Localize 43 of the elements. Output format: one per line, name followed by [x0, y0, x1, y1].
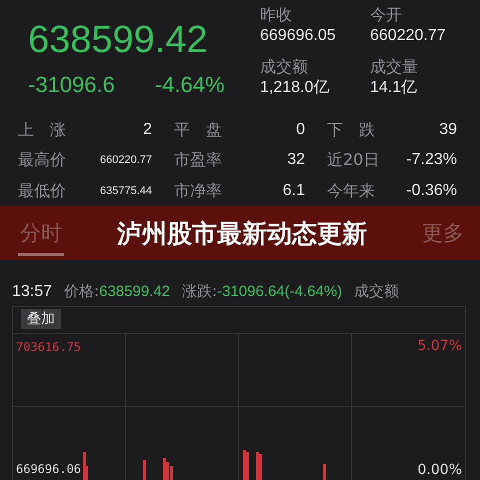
tab[interactable]: 分时 — [18, 210, 64, 256]
summary-value: 669696.05 — [260, 26, 336, 46]
stat-value: -0.36% — [405, 180, 457, 201]
time-label: 13:57 — [12, 283, 52, 301]
stat-value: 2 — [142, 120, 152, 140]
tab[interactable]: 更多 — [420, 210, 466, 256]
axis-label: 669696.06 — [16, 462, 82, 476]
stat-label: 下跌 — [326, 119, 385, 141]
stat-label: 最高价 — [18, 149, 67, 172]
summary-label: 昨收 — [260, 4, 292, 25]
price-value: 638599.42 — [99, 283, 170, 300]
summary-label: 今开 — [370, 4, 402, 25]
stat-label: 最低价 — [18, 180, 67, 202]
stat-label: 平盘 — [173, 119, 232, 141]
stat-value: 32 — [286, 150, 305, 170]
axis-label: 0.00% — [418, 462, 462, 478]
axis-label: 5.07% — [418, 338, 462, 354]
axis-label: 703616.75 — [16, 340, 82, 354]
stat-label: 今年来 — [326, 180, 376, 202]
summary-label: 成交额 — [260, 56, 308, 77]
stat-value: 635775.44 — [99, 184, 152, 199]
stat-label: 上涨 — [18, 119, 78, 141]
stat-value: 6.1 — [282, 180, 305, 201]
stat-label: 市净率 — [173, 180, 223, 202]
change-label: 涨跌: — [182, 282, 218, 301]
summary-value: 660220.77 — [370, 26, 446, 46]
stat-value: 660220.77 — [99, 153, 152, 168]
index-price: 638599.42 — [28, 18, 209, 62]
price-label: 价格: — [64, 282, 100, 301]
stat-value: 0 — [295, 120, 305, 140]
summary-value: 14.1亿 — [370, 78, 418, 98]
change-value: -31096.64(-4.64%) — [217, 283, 342, 300]
stat-label: 市盈率 — [173, 149, 223, 172]
price-change: -31096.6 — [28, 72, 115, 98]
summary-value: 1,218.0亿 — [260, 78, 330, 98]
overlay-button[interactable]: 叠加 — [21, 309, 61, 329]
summary-label: 成交量 — [370, 56, 418, 77]
stat-value: 39 — [438, 120, 457, 140]
stat-value: -7.23% — [405, 150, 457, 170]
stat-label: 近20日 — [326, 149, 380, 172]
banner-title: 泸州股市最新动态更新 — [117, 218, 367, 250]
volume-label: 成交额 — [354, 282, 400, 301]
change-percent: -4.64% — [154, 72, 225, 98]
